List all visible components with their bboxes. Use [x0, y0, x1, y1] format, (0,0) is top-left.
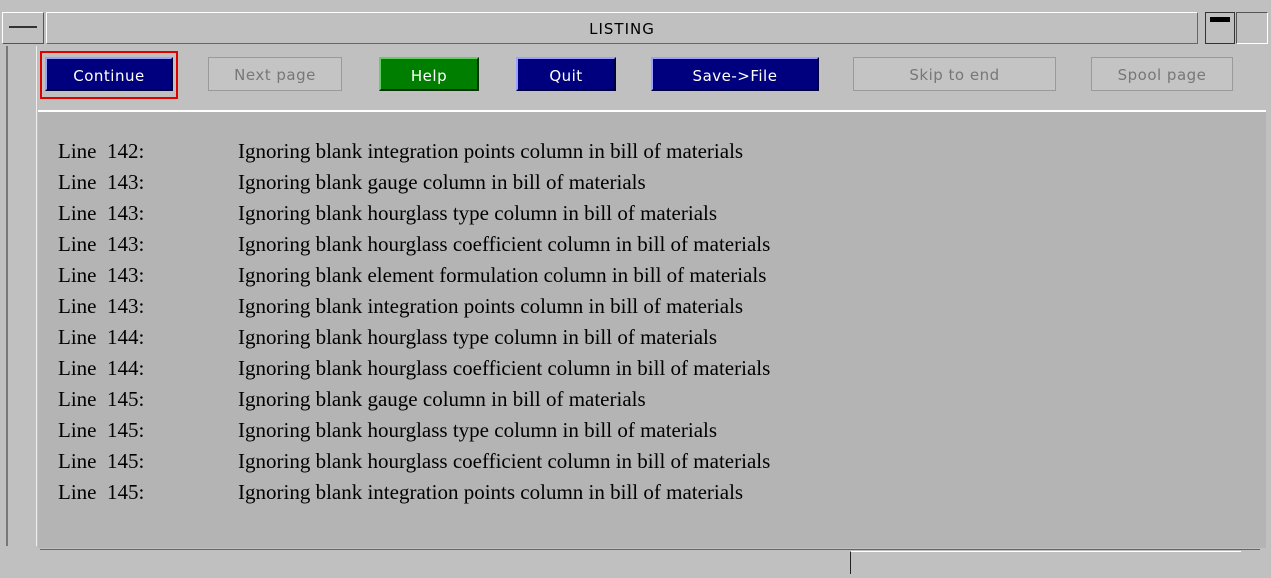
listing-text-area: Line 142: Ignoring blank integration poin… [38, 110, 1266, 548]
line-number: Line 145: [58, 480, 145, 504]
line-message: Ignoring blank hourglass coefficient col… [238, 232, 771, 256]
line-number: Line 144: [58, 356, 145, 380]
listing-line: Line 144: Ignoring blank hourglass type c… [58, 322, 717, 352]
line-message: Ignoring blank hourglass coefficient col… [238, 356, 771, 380]
dash-icon [9, 26, 37, 28]
continue-button[interactable]: Continue [45, 57, 173, 91]
listing-line: Line 143: Ignoring blank element formulat… [58, 260, 766, 290]
line-number: Line 143: [58, 263, 145, 287]
line-message: Ignoring blank gauge column in bill of m… [238, 170, 646, 194]
line-message: Ignoring blank hourglass coefficient col… [238, 449, 771, 473]
line-number: Line 143: [58, 232, 145, 256]
listing-line: Line 144: Ignoring blank hourglass coeffi… [58, 353, 770, 383]
line-message: Ignoring blank hourglass type column in … [238, 418, 718, 442]
quit-button[interactable]: Quit [516, 57, 616, 91]
line-number: Line 143: [58, 170, 145, 194]
line-message: Ignoring blank integration points column… [238, 480, 744, 504]
listing-line: Line 143: Ignoring blank gauge column in … [58, 167, 646, 197]
button-toolbar: Continue Next page Help Quit Save->File … [38, 48, 1268, 104]
line-number: Line 143: [58, 294, 145, 318]
line-message: Ignoring blank hourglass type column in … [238, 325, 718, 349]
listing-line: Line 145: Ignoring blank integration poin… [58, 477, 743, 507]
listing-line: Line 143: Ignoring blank integration poin… [58, 291, 743, 321]
minimize-icon [1210, 17, 1230, 22]
skip-to-end-button[interactable]: Skip to end [853, 57, 1056, 91]
line-number: Line 144: [58, 325, 145, 349]
line-number: Line 142: [58, 139, 145, 163]
listing-line: Line 143: Ignoring blank hourglass coeffi… [58, 229, 770, 259]
minimize-button[interactable] [1205, 12, 1235, 44]
line-message: Ignoring blank element formulation colum… [238, 263, 767, 287]
listing-line: Line 145: Ignoring blank hourglass type c… [58, 415, 717, 445]
window-menu-button[interactable] [2, 12, 44, 44]
listing-line: Line 145: Ignoring blank gauge column in … [58, 384, 646, 414]
listing-line: Line 142: Ignoring blank integration poin… [58, 136, 743, 166]
spool-page-button[interactable]: Spool page [1091, 57, 1233, 91]
title-area[interactable]: LISTING [46, 12, 1198, 44]
line-number: Line 143: [58, 201, 145, 225]
line-number: Line 145: [58, 418, 145, 442]
line-number: Line 145: [58, 449, 145, 473]
line-message: Ignoring blank hourglass type column in … [238, 201, 718, 225]
line-message: Ignoring blank gauge column in bill of m… [238, 387, 646, 411]
next-page-button[interactable]: Next page [208, 57, 342, 91]
title-bar: LISTING [0, 10, 1271, 44]
listing-window: LISTING Continue Next page Help Quit Sav… [0, 0, 1271, 578]
resize-handle-left[interactable] [6, 46, 37, 546]
maximize-button[interactable] [1236, 12, 1268, 44]
line-message: Ignoring blank integration points column… [238, 294, 744, 318]
help-button[interactable]: Help [379, 57, 479, 91]
line-message: Ignoring blank integration points column… [238, 139, 744, 163]
save-to-file-button[interactable]: Save->File [651, 57, 819, 91]
listing-line: Line 143: Ignoring blank hourglass type c… [58, 198, 717, 228]
line-number: Line 145: [58, 387, 145, 411]
resize-handle-corner[interactable] [850, 551, 1241, 574]
listing-line: Line 145: Ignoring blank hourglass coeffi… [58, 446, 770, 476]
window-title: LISTING [589, 20, 655, 38]
